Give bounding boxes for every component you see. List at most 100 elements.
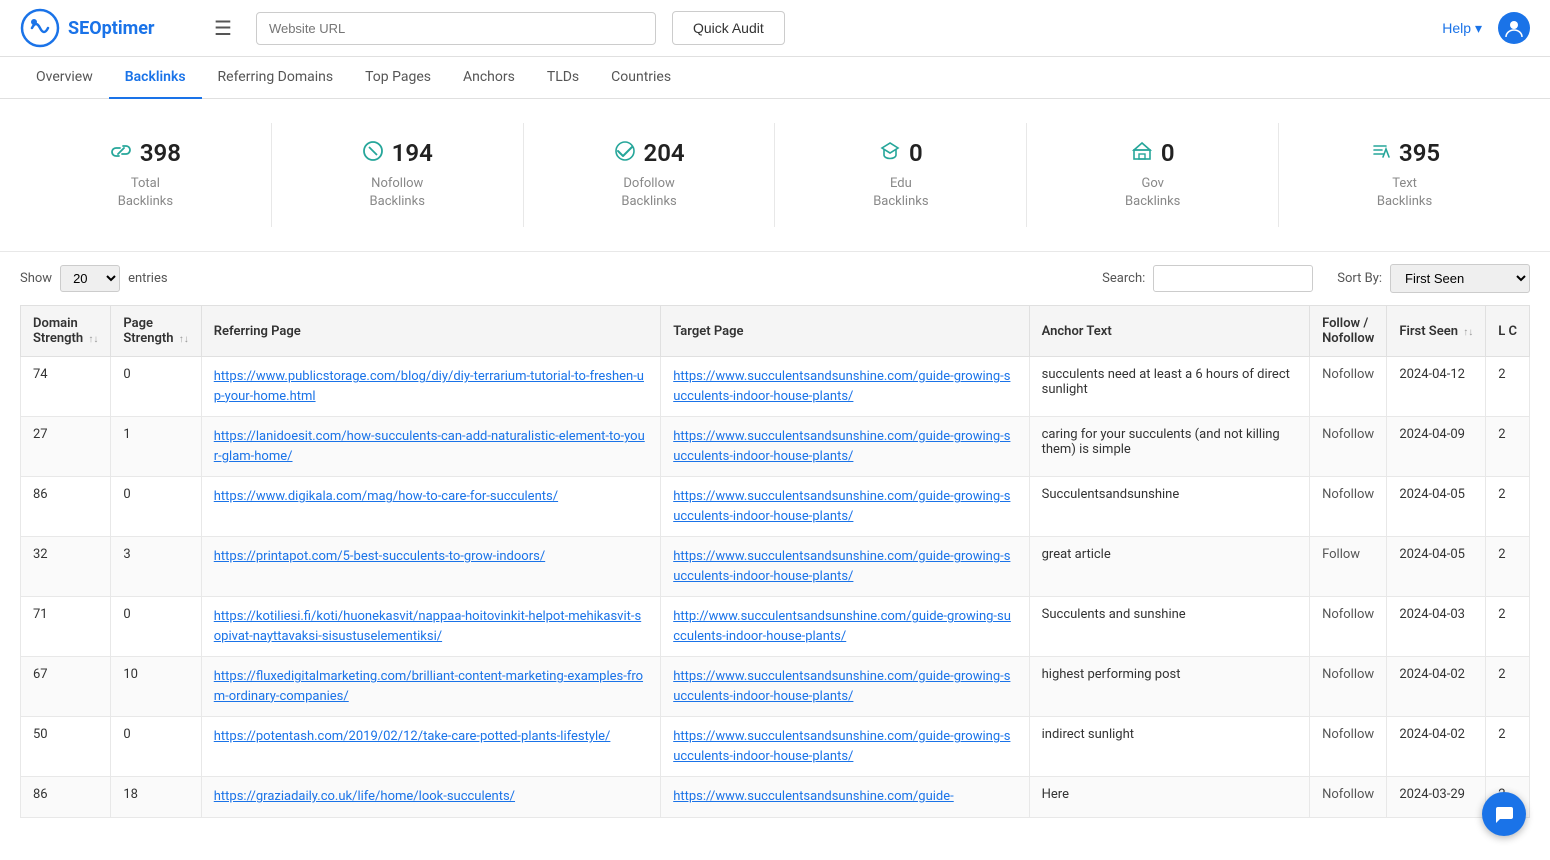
cell-domain-strength: 86 bbox=[21, 777, 111, 818]
tab-overview[interactable]: Overview bbox=[20, 57, 109, 99]
cell-anchor-text: succulents need at least a 6 hours of di… bbox=[1029, 357, 1309, 417]
dofollow-icon bbox=[614, 140, 636, 167]
logo-icon bbox=[20, 8, 60, 48]
cell-follow: Nofollow bbox=[1310, 777, 1387, 818]
cell-anchor-text: Succulentsandsunshine bbox=[1029, 477, 1309, 537]
table-row: 71 0 https://kotiliesi.fi/koti/huonekasv… bbox=[21, 597, 1530, 657]
table-wrapper: DomainStrength ↑↓ PageStrength ↑↓ Referr… bbox=[0, 305, 1550, 838]
cell-target-page: http://www.succulentsandsunshine.com/gui… bbox=[661, 597, 1029, 657]
header: SEOptimer ☰ Quick Audit Help ▾ bbox=[0, 0, 1550, 57]
cell-domain-strength: 86 bbox=[21, 477, 111, 537]
cell-page-strength: 0 bbox=[111, 597, 201, 657]
nofollow-label: Nofollow Backlinks bbox=[280, 175, 515, 211]
cell-target-page: https://www.succulentsandsunshine.com/gu… bbox=[661, 657, 1029, 717]
cell-referring-page: https://www.digikala.com/mag/how-to-care… bbox=[201, 477, 660, 537]
cell-page-strength: 0 bbox=[111, 717, 201, 777]
table-row: 50 0 https://potentash.com/2019/02/12/ta… bbox=[21, 717, 1530, 777]
cell-first-seen: 2024-04-02 bbox=[1387, 657, 1486, 717]
cell-anchor-text: highest performing post bbox=[1029, 657, 1309, 717]
edu-number: 0 bbox=[909, 139, 923, 167]
cell-first-seen: 2024-04-05 bbox=[1387, 537, 1486, 597]
total-backlinks-label: Total Backlinks bbox=[28, 175, 263, 211]
cell-anchor-text: Here bbox=[1029, 777, 1309, 818]
cell-domain-strength: 50 bbox=[21, 717, 111, 777]
cell-follow: Nofollow bbox=[1310, 597, 1387, 657]
stat-total-backlinks: 398 Total Backlinks bbox=[20, 123, 272, 227]
search-input[interactable] bbox=[1153, 265, 1313, 292]
chat-bubble[interactable] bbox=[1482, 792, 1526, 836]
sort-select[interactable]: First Seen Domain Strength Page Strength bbox=[1390, 264, 1530, 293]
tab-countries[interactable]: Countries bbox=[595, 57, 687, 99]
cell-referring-page: https://potentash.com/2019/02/12/take-ca… bbox=[201, 717, 660, 777]
cell-target-page: https://www.succulentsandsunshine.com/gu… bbox=[661, 777, 1029, 818]
table-row: 32 3 https://printapot.com/5-best-succul… bbox=[21, 537, 1530, 597]
cell-target-page: https://www.succulentsandsunshine.com/gu… bbox=[661, 417, 1029, 477]
sortby-label: Sort By: bbox=[1337, 271, 1382, 286]
tab-referring-domains[interactable]: Referring Domains bbox=[202, 57, 350, 99]
tab-top-pages[interactable]: Top Pages bbox=[349, 57, 447, 99]
entries-label: entries bbox=[128, 271, 168, 286]
nofollow-icon bbox=[362, 140, 384, 167]
cell-lc: 2 bbox=[1486, 477, 1530, 537]
col-lc: L C bbox=[1486, 306, 1530, 357]
text-backlinks-icon bbox=[1369, 140, 1391, 167]
chat-icon bbox=[1493, 803, 1515, 825]
dofollow-label: Dofollow Backlinks bbox=[532, 175, 767, 211]
text-backlinks-number: 395 bbox=[1399, 139, 1440, 167]
cell-lc: 2 bbox=[1486, 417, 1530, 477]
cell-first-seen: 2024-04-09 bbox=[1387, 417, 1486, 477]
cell-follow: Nofollow bbox=[1310, 477, 1387, 537]
tab-anchors[interactable]: Anchors bbox=[447, 57, 531, 99]
col-target-page: Target Page bbox=[661, 306, 1029, 357]
search-label: Search: bbox=[1102, 271, 1145, 286]
cell-referring-page: https://fluxedigitalmarketing.com/brilli… bbox=[201, 657, 660, 717]
show-label: Show bbox=[20, 271, 52, 286]
col-domain-strength: DomainStrength ↑↓ bbox=[21, 306, 111, 357]
cell-domain-strength: 71 bbox=[21, 597, 111, 657]
nav-tabs: Overview Backlinks Referring Domains Top… bbox=[0, 57, 1550, 99]
cell-lc: 2 bbox=[1486, 537, 1530, 597]
quick-audit-button[interactable]: Quick Audit bbox=[672, 11, 785, 45]
search-area: Search: Sort By: First Seen Domain Stren… bbox=[1102, 264, 1530, 293]
stat-nofollow-backlinks: 194 Nofollow Backlinks bbox=[272, 123, 524, 227]
cell-page-strength: 10 bbox=[111, 657, 201, 717]
cell-follow: Follow bbox=[1310, 537, 1387, 597]
tab-tlds[interactable]: TLDs bbox=[531, 57, 595, 99]
cell-anchor-text: caring for your succulents (and not kill… bbox=[1029, 417, 1309, 477]
table-row: 86 18 https://graziadaily.co.uk/life/hom… bbox=[21, 777, 1530, 818]
cell-lc: 2 bbox=[1486, 657, 1530, 717]
nofollow-number: 194 bbox=[392, 139, 433, 167]
total-backlinks-number: 398 bbox=[140, 139, 181, 167]
cell-first-seen: 2024-04-03 bbox=[1387, 597, 1486, 657]
cell-first-seen: 2024-04-05 bbox=[1387, 477, 1486, 537]
logo-text: SEOptimer bbox=[68, 18, 155, 39]
cell-lc: 2 bbox=[1486, 357, 1530, 417]
cell-page-strength: 0 bbox=[111, 477, 201, 537]
cell-target-page: https://www.succulentsandsunshine.com/gu… bbox=[661, 717, 1029, 777]
stat-edu-backlinks: 0 Edu Backlinks bbox=[775, 123, 1027, 227]
cell-domain-strength: 32 bbox=[21, 537, 111, 597]
edu-icon bbox=[879, 140, 901, 167]
tab-backlinks[interactable]: Backlinks bbox=[109, 57, 202, 99]
cell-target-page: https://www.succulentsandsunshine.com/gu… bbox=[661, 537, 1029, 597]
user-avatar[interactable] bbox=[1498, 12, 1530, 44]
cell-domain-strength: 74 bbox=[21, 357, 111, 417]
hamburger-button[interactable]: ☰ bbox=[206, 12, 240, 45]
cell-follow: Nofollow bbox=[1310, 417, 1387, 477]
cell-referring-page: https://graziadaily.co.uk/life/home/look… bbox=[201, 777, 660, 818]
user-icon bbox=[1503, 17, 1525, 39]
cell-lc: 2 bbox=[1486, 597, 1530, 657]
cell-referring-page: https://printapot.com/5-best-succulents-… bbox=[201, 537, 660, 597]
table-controls: Show 20 50 100 entries Search: Sort By: … bbox=[0, 252, 1550, 305]
help-button[interactable]: Help ▾ bbox=[1442, 20, 1482, 37]
cell-anchor-text: indirect sunlight bbox=[1029, 717, 1309, 777]
text-backlinks-label: Text Backlinks bbox=[1287, 175, 1522, 211]
cell-referring-page: https://kotiliesi.fi/koti/huonekasvit/na… bbox=[201, 597, 660, 657]
url-input[interactable] bbox=[256, 12, 656, 45]
stat-gov-backlinks: 0 Gov Backlinks bbox=[1027, 123, 1279, 227]
dofollow-number: 204 bbox=[644, 139, 685, 167]
cell-anchor-text: great article bbox=[1029, 537, 1309, 597]
cell-first-seen: 2024-03-29 bbox=[1387, 777, 1486, 818]
edu-label: Edu Backlinks bbox=[783, 175, 1018, 211]
show-entries-select[interactable]: 20 50 100 bbox=[60, 265, 120, 292]
